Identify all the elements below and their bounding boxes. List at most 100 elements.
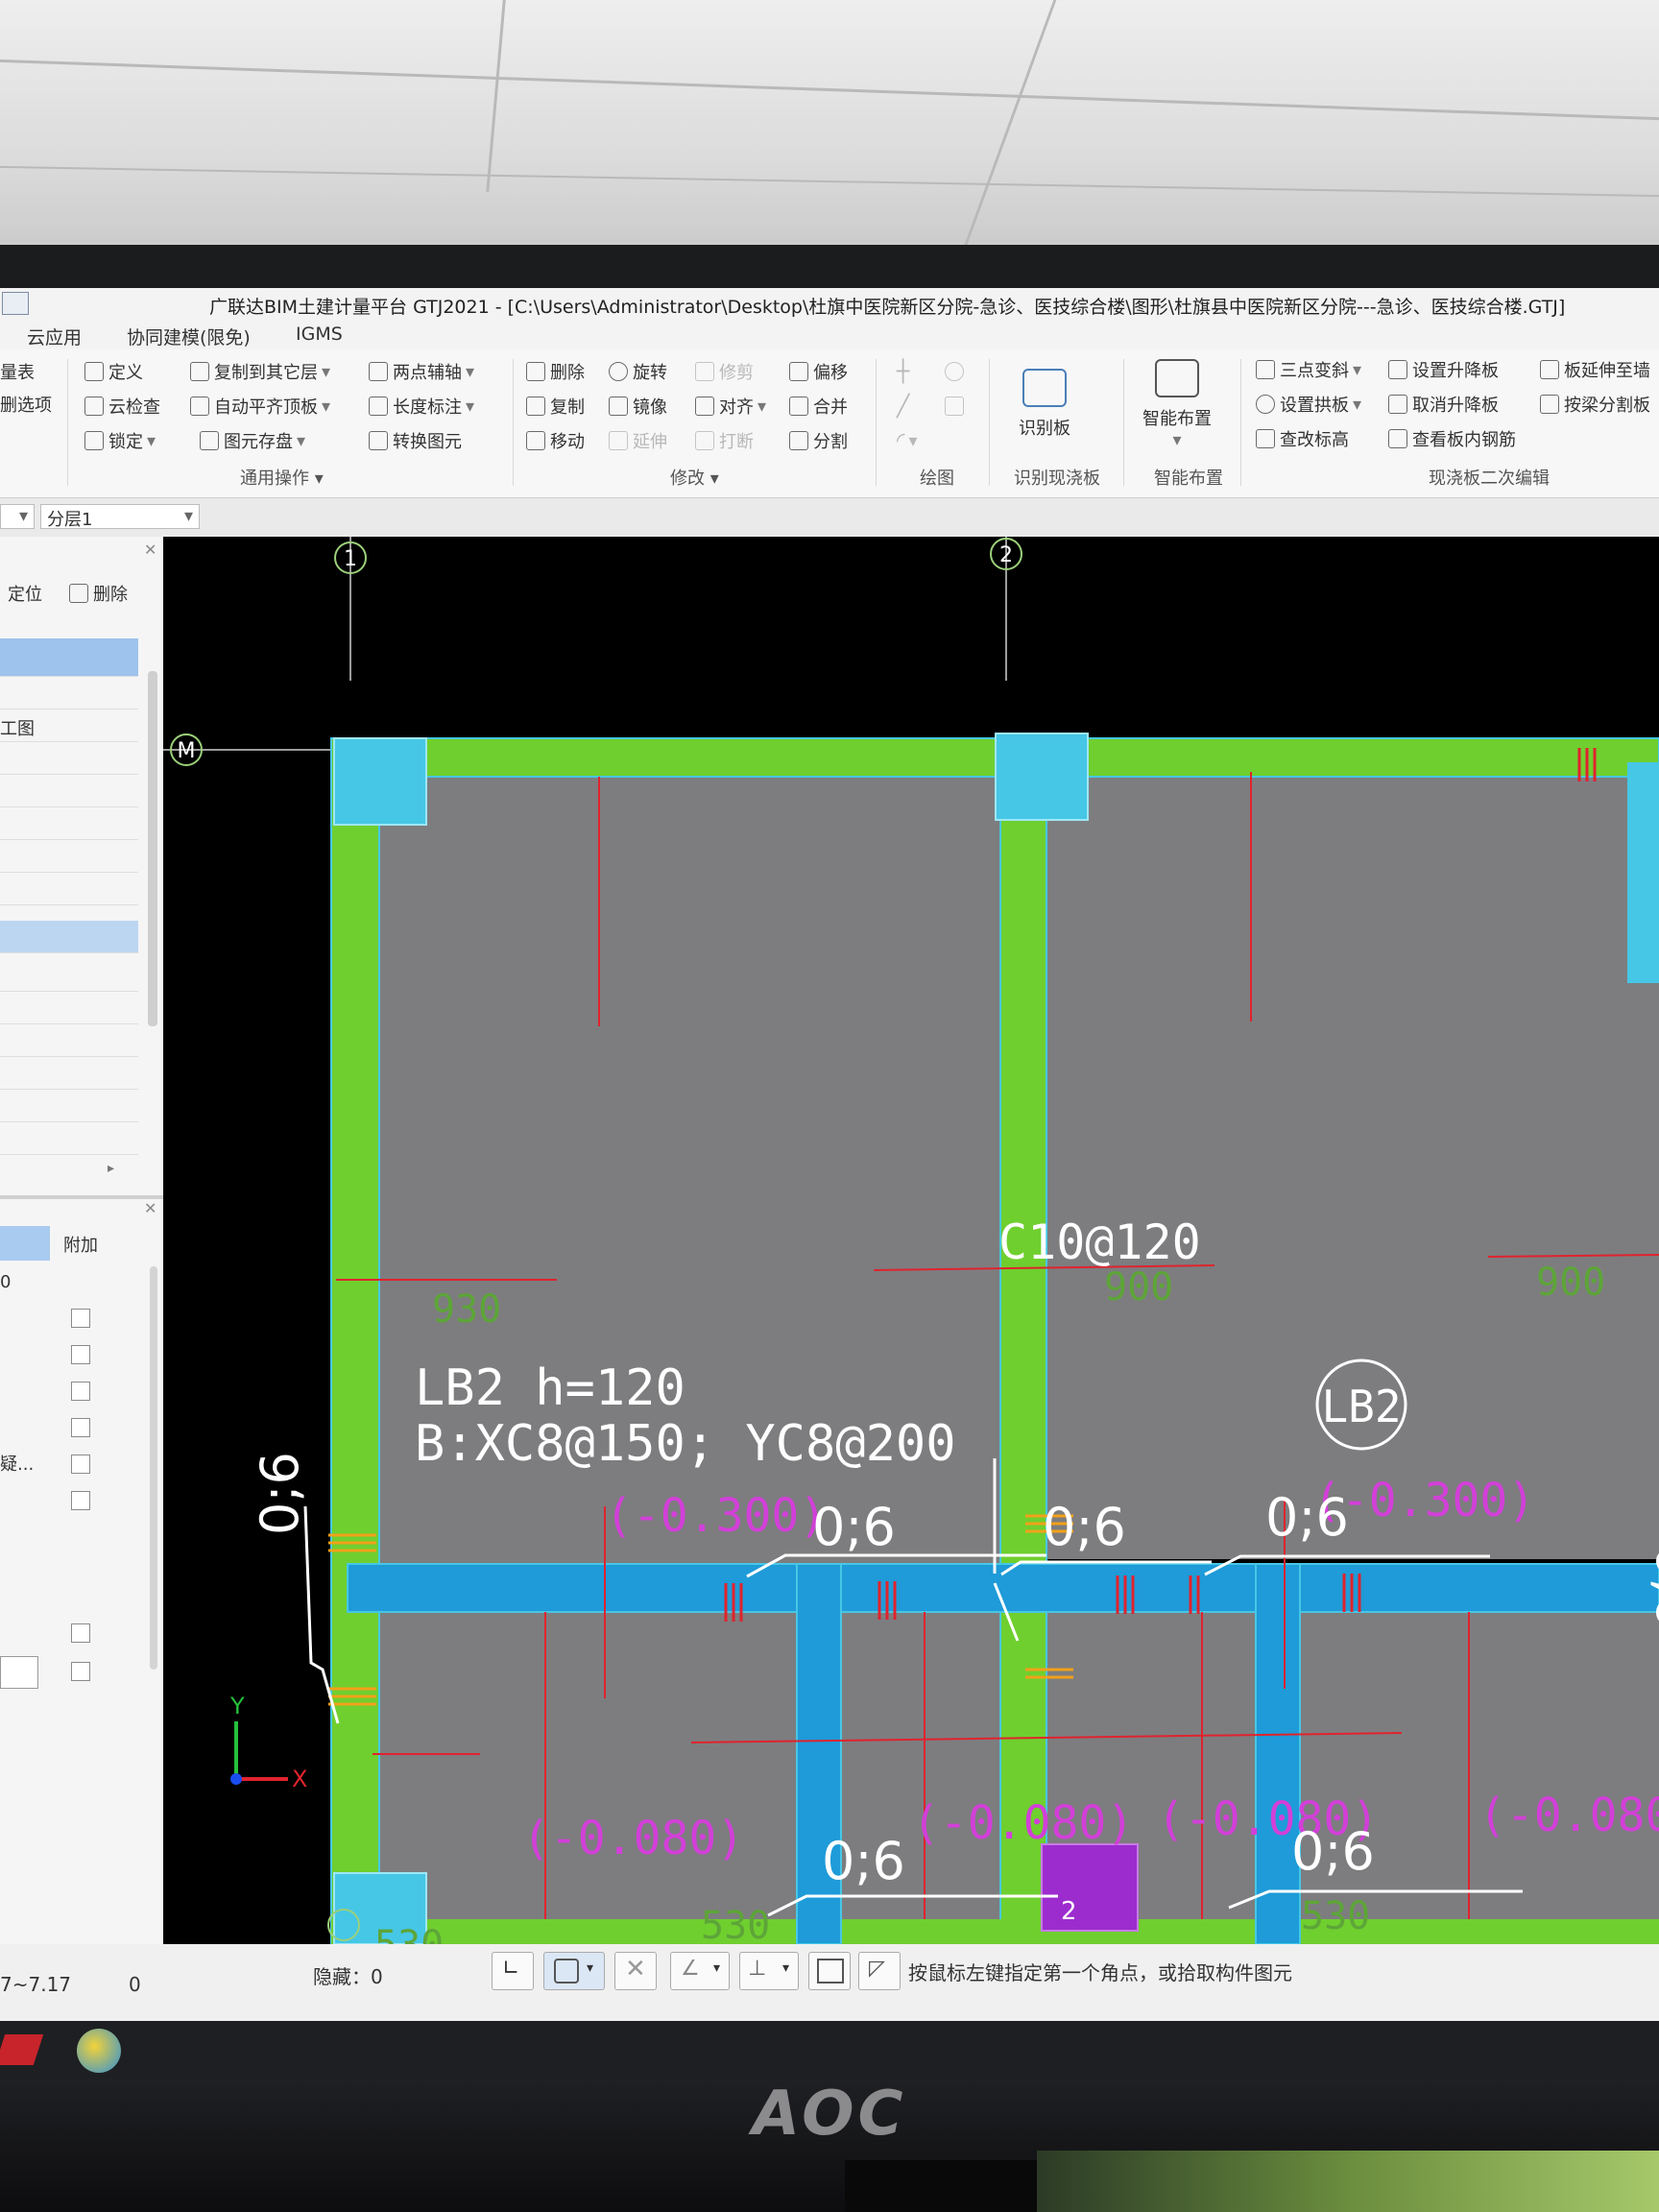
ribbon-separator (513, 359, 514, 486)
extra-checkbox[interactable] (71, 1455, 90, 1474)
menu-igms[interactable]: IGMS (296, 324, 343, 345)
column-selected[interactable] (1041, 1843, 1139, 1932)
extra-checkbox[interactable] (71, 1345, 90, 1364)
draw-point-button[interactable]: ┼ (897, 359, 909, 384)
snap-toggle[interactable]: ▾ (543, 1952, 605, 1990)
break-button[interactable]: 打断 (695, 428, 754, 453)
property-input[interactable] (0, 1656, 38, 1689)
offset-toggle[interactable]: ⊥ ▾ (739, 1952, 799, 1990)
set-arch-slab-button[interactable]: 设置拱板 ▾ (1256, 392, 1361, 417)
trace-toggle[interactable]: ◸ (858, 1952, 901, 1990)
cross-toggle[interactable]: ✕ (614, 1952, 657, 1990)
define-button[interactable]: 定义 (84, 359, 143, 384)
extra-checkbox[interactable] (71, 1418, 90, 1437)
split-slab-by-beam-button[interactable]: 按梁分割板 (1540, 392, 1650, 417)
list-item[interactable] (0, 959, 138, 992)
column[interactable] (1627, 762, 1659, 983)
beam-middle[interactable] (999, 757, 1047, 1944)
menu-collab-modeling[interactable]: 协同建模(限免) (127, 324, 251, 349)
scroll-right-icon[interactable]: ▸ (108, 1161, 114, 1176)
close-icon[interactable]: ✕ (144, 1199, 156, 1217)
rebar-label-top: C10@120 (998, 1214, 1201, 1270)
column[interactable] (333, 737, 427, 826)
copy-to-other-layer-button[interactable]: 复制到其它层 ▾ (190, 359, 330, 384)
copy-button[interactable]: 复制 (526, 394, 585, 419)
align-button[interactable]: 对齐 ▾ (695, 394, 766, 419)
smart-layout-button[interactable]: 智能布置 ▾ (1129, 359, 1225, 450)
list-item[interactable]: 工图 (0, 709, 138, 742)
locate-button[interactable]: 定位 (8, 581, 42, 606)
floor-select[interactable]: ▾ (0, 504, 35, 529)
cloud-check-button[interactable]: 云检查 (84, 394, 160, 419)
rotate-button[interactable]: 旋转 (609, 359, 667, 384)
align-slab-icon (190, 397, 209, 416)
set-drop-slab-button[interactable]: 设置升降板 (1388, 357, 1499, 382)
delete-button[interactable]: 删除 (526, 359, 585, 384)
list-item[interactable] (0, 775, 138, 807)
layer-select[interactable]: 分层1 ▾ (40, 504, 200, 530)
extra-checkbox[interactable] (71, 1491, 90, 1510)
coord-y-label: Y (229, 1693, 245, 1719)
app-taskbar-icon[interactable] (0, 2034, 44, 2065)
ortho-toggle[interactable]: ∟ (492, 1952, 534, 1990)
auto-align-slab-button[interactable]: 自动平齐顶板 ▾ (190, 394, 330, 419)
list-item[interactable] (0, 840, 138, 873)
beam-left[interactable] (330, 737, 380, 1944)
list-item[interactable] (0, 992, 138, 1024)
beam-blue-vertical[interactable] (1255, 1563, 1301, 1944)
element-save-button[interactable]: 图元存盘 ▾ (200, 428, 305, 453)
offset-button[interactable]: 偏移 (789, 359, 848, 384)
two-point-aux-axis-button[interactable]: 两点辅轴 ▾ (369, 359, 474, 384)
lock-button[interactable]: 锁定 ▾ (84, 428, 156, 453)
draw-arc-button[interactable]: ◜ ▾ (897, 428, 918, 453)
list-item[interactable] (0, 1122, 138, 1155)
extend-button[interactable]: 延伸 (609, 428, 667, 453)
trim-button[interactable]: 修剪 (695, 359, 754, 384)
extra-checkbox[interactable] (71, 1623, 90, 1643)
cancel-drop-slab-button[interactable]: 取消升降板 (1388, 392, 1499, 417)
draw-rect-button[interactable] (945, 394, 969, 419)
display-toggle[interactable] (808, 1952, 851, 1990)
beam-bottom[interactable] (331, 1919, 1659, 1944)
list-item[interactable] (0, 677, 138, 709)
property-scrollbar[interactable] (150, 1266, 157, 1670)
list-item[interactable] (0, 1090, 138, 1122)
panel-divider (0, 1195, 163, 1199)
length-dimension-button[interactable]: 长度标注 ▾ (369, 394, 474, 419)
close-icon[interactable]: ✕ (144, 541, 156, 559)
edit-elevation-button[interactable]: 查改标高 (1256, 426, 1349, 451)
column[interactable] (995, 733, 1089, 821)
merge-button[interactable]: 合并 (789, 394, 848, 419)
ribbon-separator (1240, 359, 1241, 486)
view-slab-rebar-button[interactable]: 查看板内钢筋 (1388, 426, 1516, 451)
menu-cloud-app[interactable]: 云应用 (27, 324, 82, 349)
split-button[interactable]: 分割 (789, 428, 848, 453)
angle-toggle[interactable]: ∠ ▾ (670, 1952, 730, 1990)
three-point-slope-button[interactable]: 三点变斜 ▾ (1256, 357, 1361, 382)
extra-checkbox[interactable] (71, 1662, 90, 1681)
draw-line-button[interactable]: ╱ (897, 394, 909, 419)
extra-checkbox[interactable] (71, 1382, 90, 1401)
list-item[interactable] (0, 873, 138, 905)
drawing-canvas[interactable]: 1 2 M 2 930 900 900 530 530 LB2 h=120 B:… (163, 537, 1659, 1944)
list-item[interactable] (0, 1057, 138, 1090)
slab-region[interactable] (1045, 762, 1659, 1559)
recognize-slab-button[interactable]: 识别板 (997, 369, 1093, 440)
draw-rotate-point-button[interactable] (945, 359, 969, 384)
mirror-button[interactable]: 镜像 (609, 394, 667, 419)
list-item-selected[interactable] (0, 638, 138, 677)
list-item[interactable] (0, 807, 138, 840)
convert-element-button[interactable]: 转换图元 (369, 428, 462, 453)
list-item[interactable] (0, 742, 138, 775)
gtj-taskbar-icon[interactable] (77, 2029, 121, 2073)
extend-slab-to-wall-button[interactable]: 板延伸至墙 (1540, 357, 1650, 382)
list-item-highlighted[interactable] (0, 921, 138, 953)
ribbon-filter-options[interactable]: 删选项 (0, 392, 52, 417)
panel-delete-button[interactable]: 删除 (69, 581, 128, 606)
ribbon-quantity-table[interactable]: 量表 (0, 359, 35, 384)
extra-checkbox[interactable] (71, 1309, 90, 1328)
list-scrollbar[interactable] (148, 671, 157, 1026)
quick-access-icon[interactable] (2, 292, 29, 315)
move-button[interactable]: 移动 (526, 428, 585, 453)
list-item[interactable] (0, 1024, 138, 1057)
